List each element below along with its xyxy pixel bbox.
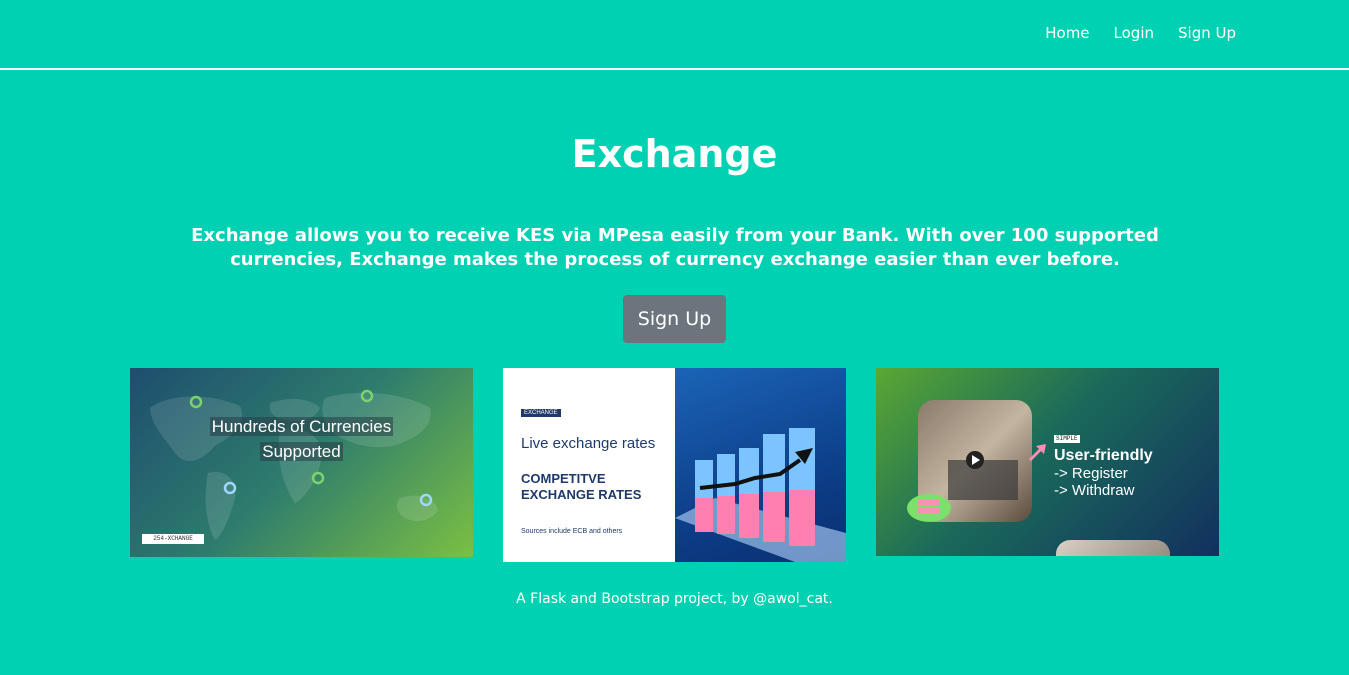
- exchange-logo: EXCHANGE: [521, 409, 561, 417]
- bar-chart-illustration-icon: [675, 428, 846, 562]
- hero-description: Exchange allows you to receive KES via M…: [191, 225, 1159, 270]
- currencies-card-text: Hundreds of Currencies Supported: [200, 414, 403, 464]
- second-photo: [1056, 540, 1170, 556]
- currencies-line-2: Supported: [260, 442, 343, 461]
- nav-signup-link[interactable]: Sign Up: [1178, 24, 1236, 42]
- exchange-rates-card-image: EXCHANGE Live exchange rates COMPETITVE …: [503, 368, 846, 562]
- user-friendly-card-image: SIMPLE User-friendly -> Register -> With…: [876, 368, 1219, 556]
- sources-text: Sources include ECB and others: [521, 528, 623, 535]
- chart-illustration: [675, 368, 846, 562]
- nav-home-link[interactable]: Home: [1045, 24, 1089, 42]
- user-friendly-heading: User-friendly: [1054, 447, 1153, 464]
- brand-tag: 254-XCHANGE: [142, 534, 204, 544]
- withdraw-step: -> Withdraw: [1054, 482, 1135, 499]
- competitive-rates-text: COMPETITVE EXCHANGE RATES: [521, 471, 642, 502]
- signup-button[interactable]: Sign Up: [623, 295, 726, 343]
- nav-login-link[interactable]: Login: [1114, 24, 1154, 42]
- top-navbar: Home Login Sign Up: [0, 0, 1349, 70]
- nav-links: Home Login Sign Up: [1045, 24, 1236, 42]
- money-stack-icon: [907, 494, 951, 522]
- simple-badge: SIMPLE: [1054, 435, 1080, 443]
- live-rates-text: Live exchange rates: [521, 435, 656, 452]
- currencies-line-1: Hundreds of Currencies: [209, 417, 394, 436]
- register-step: -> Register: [1054, 465, 1128, 482]
- page-title: Exchange: [571, 132, 778, 176]
- footer-credit: A Flask and Bootstrap project, by @awol_…: [516, 591, 833, 607]
- currencies-card-image: Hundreds of Currencies Supported 254-XCH…: [130, 368, 473, 557]
- arrow-up-right-icon: [1028, 444, 1046, 462]
